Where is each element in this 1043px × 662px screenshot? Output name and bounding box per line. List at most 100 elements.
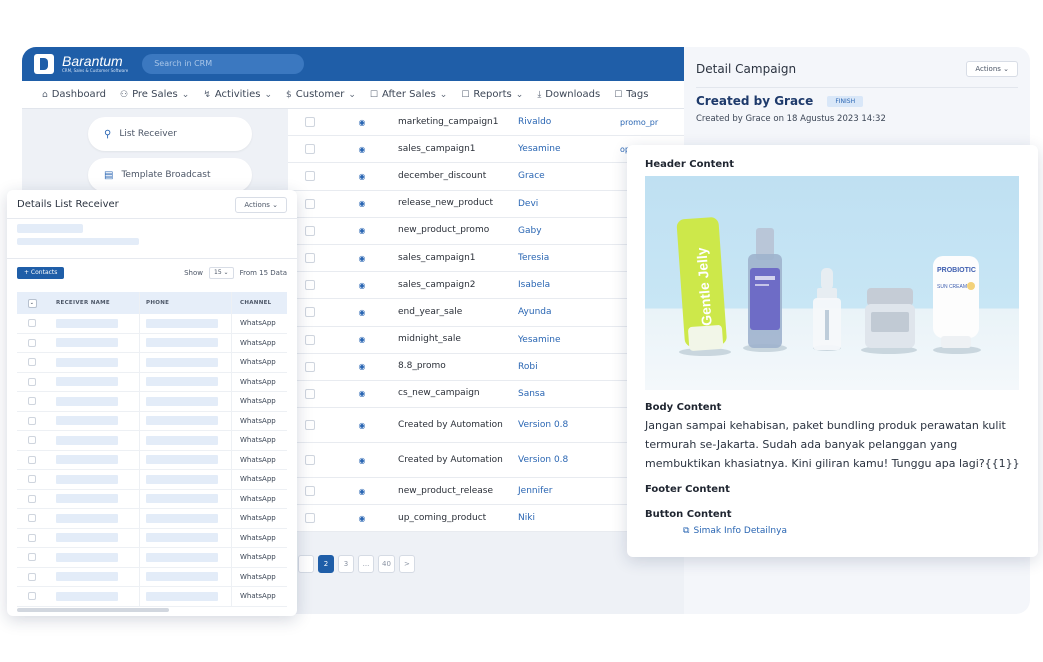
row-checkbox[interactable] xyxy=(28,338,36,347)
table-row[interactable]: WhatsApp xyxy=(17,528,287,548)
row-checkbox[interactable] xyxy=(28,377,36,386)
nav-item-tags[interactable]: ☐ Tags xyxy=(614,89,648,100)
view-eye-icon[interactable]: ◉ xyxy=(332,335,392,344)
page-button[interactable]: ... xyxy=(358,555,374,573)
table-row[interactable]: ◉ new_product_release Jennifer xyxy=(288,478,684,506)
row-checkbox[interactable] xyxy=(28,553,36,562)
crm-search-input[interactable]: Search in CRM xyxy=(142,54,305,74)
row-checkbox[interactable] xyxy=(28,436,36,445)
table-row[interactable]: ◉sales_campaign1Yesamineopt_terba xyxy=(288,136,684,164)
campaign-user[interactable]: Niki xyxy=(510,513,620,523)
row-checkbox[interactable] xyxy=(305,334,315,345)
side-item-template-broadcast[interactable]: ▤ Template Broadcast xyxy=(88,158,252,192)
table-row[interactable]: WhatsApp xyxy=(17,450,287,470)
campaign-user[interactable]: Isabela xyxy=(510,280,620,290)
page-size-select[interactable]: 15 ⌄ xyxy=(209,267,234,279)
view-eye-icon[interactable]: ◉ xyxy=(332,362,392,371)
row-checkbox[interactable] xyxy=(305,307,315,318)
table-row[interactable]: WhatsApp xyxy=(17,548,287,568)
horizontal-scrollbar[interactable] xyxy=(17,608,169,612)
table-row[interactable]: WhatsApp xyxy=(17,314,287,334)
view-eye-icon[interactable]: ◉ xyxy=(332,456,392,465)
row-checkbox[interactable] xyxy=(28,494,36,503)
table-row[interactable]: ◉ midnight_sale Yesamine xyxy=(288,327,684,354)
receiver-actions-button[interactable]: Actions ⌄ xyxy=(235,196,287,213)
view-eye-icon[interactable]: ◉ xyxy=(332,199,392,208)
table-row[interactable]: ◉ Created by Automation Version 0.8 xyxy=(288,443,684,479)
row-checkbox[interactable] xyxy=(305,198,315,209)
table-row[interactable]: ◉ end_year_sale Ayunda xyxy=(288,299,684,327)
add-contacts-button[interactable]: + Contacts xyxy=(17,267,65,279)
nav-item-reports[interactable]: ☐ Reports ⌄ xyxy=(461,89,523,100)
cta-link[interactable]: ⧉ Simak Info Detailnya xyxy=(645,526,1020,536)
row-checkbox[interactable] xyxy=(305,513,315,524)
table-row[interactable]: WhatsApp xyxy=(17,489,287,509)
row-checkbox[interactable] xyxy=(28,319,36,328)
campaign-user[interactable]: Robi xyxy=(510,362,620,372)
table-row[interactable]: ◉ cs_new_campaign Sansa xyxy=(288,381,684,409)
view-eye-icon[interactable]: ◉ xyxy=(332,254,392,263)
page-button[interactable]: 2 xyxy=(318,555,334,573)
campaign-user[interactable]: Teresia xyxy=(510,253,620,263)
row-checkbox[interactable] xyxy=(28,455,36,464)
campaign-user[interactable]: Sansa xyxy=(510,389,620,399)
row-checkbox[interactable] xyxy=(28,397,36,406)
table-row[interactable]: ◉ sales_campaign2 Isabela xyxy=(288,272,684,300)
row-checkbox[interactable] xyxy=(305,388,315,399)
view-eye-icon[interactable]: ◉ xyxy=(332,421,392,430)
campaign-user[interactable]: Grace xyxy=(510,171,620,181)
view-eye-icon[interactable]: ◉ xyxy=(332,487,392,496)
view-eye-icon[interactable]: ◉ xyxy=(332,281,392,290)
view-eye-icon[interactable]: ◉ xyxy=(332,145,392,154)
detail-actions-button[interactable]: Actions ⌄ xyxy=(966,61,1018,77)
table-row[interactable]: ◉ new_product_promo Gaby xyxy=(288,218,684,245)
row-checkbox[interactable] xyxy=(305,117,315,128)
side-item-list-receiver[interactable]: ⚲ List Receiver xyxy=(88,117,252,151)
campaign-user[interactable]: Version 0.8 xyxy=(510,455,620,465)
row-checkbox[interactable] xyxy=(28,572,36,581)
view-eye-icon[interactable]: ◉ xyxy=(332,308,392,317)
campaign-user[interactable]: Ayunda xyxy=(510,307,620,317)
table-row[interactable]: WhatsApp xyxy=(17,411,287,431)
campaign-user[interactable]: Yesamine xyxy=(510,144,620,154)
campaign-user[interactable]: Jennifer xyxy=(510,486,620,496)
table-row[interactable]: ◉ release_new_product Devi xyxy=(288,191,684,218)
table-row[interactable]: WhatsApp xyxy=(17,470,287,490)
row-checkbox[interactable] xyxy=(305,280,315,291)
row-checkbox[interactable] xyxy=(28,592,36,601)
page-button[interactable]: 3 xyxy=(338,555,354,573)
view-eye-icon[interactable]: ◉ xyxy=(332,172,392,181)
row-checkbox[interactable] xyxy=(305,225,315,236)
table-row[interactable]: ◉ sales_campaign1 Teresia xyxy=(288,245,684,273)
row-checkbox[interactable] xyxy=(305,486,315,497)
nav-item-customer[interactable]: $ Customer ⌄ xyxy=(286,89,356,100)
table-row[interactable]: ◉ marketing_campaign1 Rivaldo promo_pr xyxy=(288,109,684,137)
row-checkbox[interactable] xyxy=(305,420,315,431)
nav-item-dashboard[interactable]: ⌂ Dashboard xyxy=(42,89,106,100)
table-row[interactable]: ◉ Created by Automation Version 0.8 xyxy=(288,408,684,444)
table-row[interactable]: WhatsApp xyxy=(17,372,287,392)
table-row[interactable]: WhatsApp xyxy=(17,431,287,451)
campaign-user[interactable]: Devi xyxy=(510,199,620,209)
row-checkbox[interactable] xyxy=(28,416,36,425)
view-eye-icon[interactable]: ◉ xyxy=(332,514,392,523)
table-row[interactable]: WhatsApp xyxy=(17,587,287,607)
campaign-template[interactable]: promo_pr xyxy=(620,118,680,127)
row-checkbox[interactable] xyxy=(305,144,315,155)
campaign-user[interactable]: Gaby xyxy=(510,226,620,236)
table-row[interactable]: ◉ up_coming_product Niki xyxy=(288,505,684,533)
campaign-user[interactable]: Yesamine xyxy=(510,335,620,345)
table-row[interactable]: WhatsApp xyxy=(17,392,287,412)
view-eye-icon[interactable]: ◉ xyxy=(332,118,392,127)
table-row[interactable]: ◉ december_discount Grace xyxy=(288,163,684,191)
view-eye-icon[interactable]: ◉ xyxy=(332,389,392,398)
row-checkbox[interactable] xyxy=(305,455,315,466)
campaign-user[interactable]: Rivaldo xyxy=(510,117,620,127)
page-button[interactable] xyxy=(298,555,314,573)
campaign-user[interactable]: Version 0.8 xyxy=(510,420,620,430)
page-button[interactable]: > xyxy=(398,555,415,573)
table-row[interactable]: ◉ 8.8_promo Robi xyxy=(288,354,684,381)
nav-item-downloads[interactable]: ⤓ Downloads xyxy=(537,89,600,100)
row-checkbox[interactable] xyxy=(28,514,36,523)
table-row[interactable]: WhatsApp xyxy=(17,353,287,373)
